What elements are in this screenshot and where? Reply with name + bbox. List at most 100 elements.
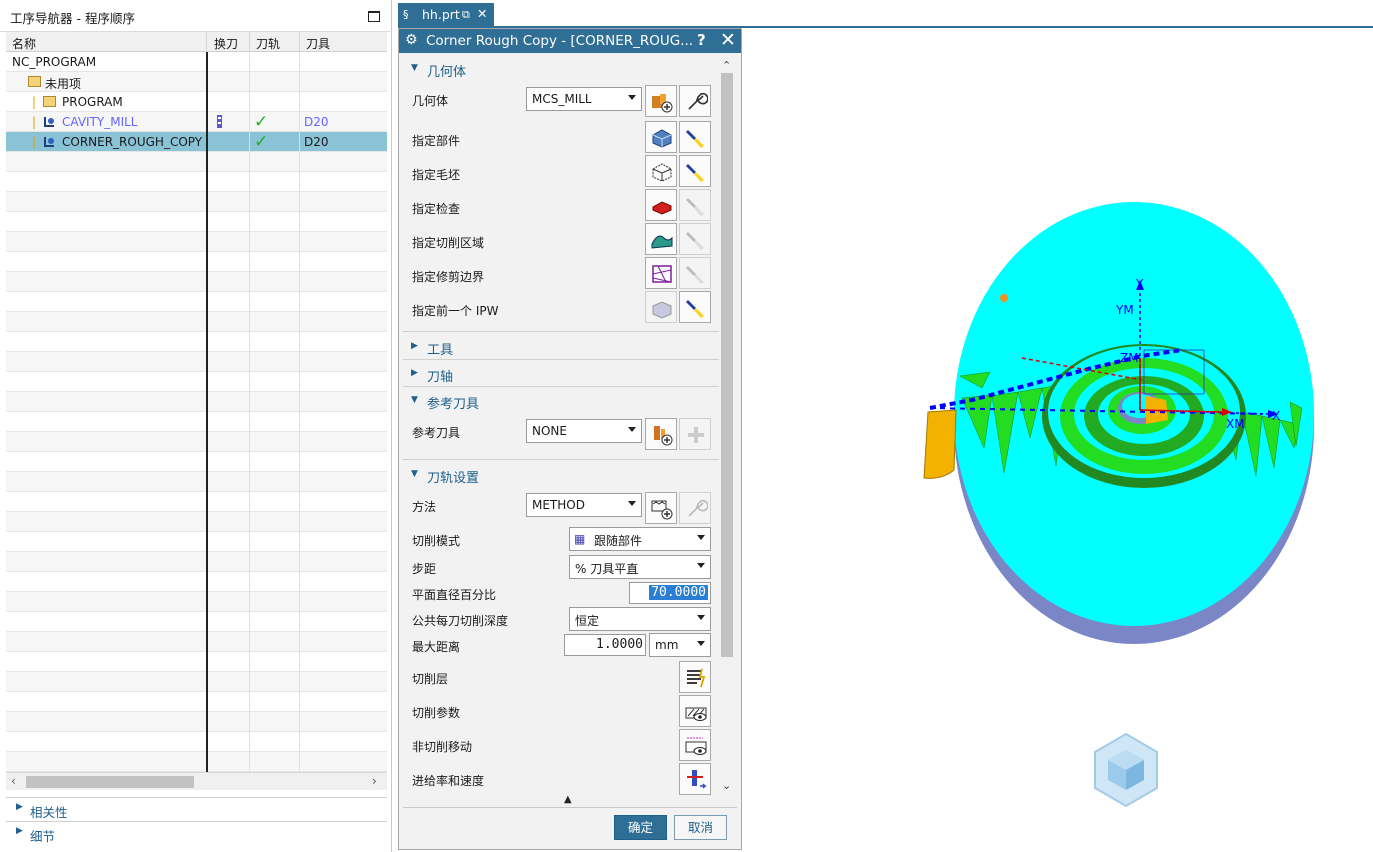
table-row-selected[interactable]: | CORNER_ROUGH_COPY ✓ D20: [6, 132, 387, 152]
stepover-select[interactable]: % 刀具平直: [569, 555, 711, 579]
max-distance-input[interactable]: 1.0000: [564, 634, 646, 656]
section-tool[interactable]: ▶ 工具: [405, 336, 719, 358]
ref-tool-select[interactable]: NONE: [526, 419, 642, 443]
chevron-down-icon: [628, 427, 636, 432]
unit-select[interactable]: mm: [649, 633, 711, 657]
specify-ipw-button[interactable]: [645, 291, 677, 323]
section-path-settings[interactable]: ▼ 刀轨设置: [405, 464, 719, 486]
ref-tool-label: 参考刀具: [412, 426, 461, 440]
dialog-scrollbar[interactable]: ⌃ ⌄: [719, 57, 736, 795]
specify-part-label: 指定部件: [412, 134, 461, 148]
non-cutting-label: 非切削移动: [412, 740, 473, 754]
empty-row: [6, 192, 387, 212]
edit-method-button[interactable]: [679, 492, 711, 524]
display-trim-button[interactable]: [679, 257, 711, 289]
column-tool[interactable]: 刀具: [306, 35, 330, 52]
specify-cut-area-button[interactable]: [645, 223, 677, 255]
display-check-button[interactable]: [679, 189, 711, 221]
section-geometry[interactable]: ▼ 几何体: [405, 58, 719, 80]
horizontal-scrollbar[interactable]: ‹ ›: [6, 772, 387, 790]
display-ipw-button[interactable]: [679, 291, 711, 323]
column-name[interactable]: 名称: [12, 35, 36, 52]
cut-params-label: 切削参数: [412, 706, 461, 720]
cut-levels-button[interactable]: [679, 661, 711, 693]
empty-row: [6, 692, 387, 712]
axis-label-zm: ZM: [1120, 351, 1139, 365]
column-tool-change[interactable]: 换刀: [214, 35, 238, 52]
navigator-title-bar: 工序导航器 - 程序顺序: [0, 0, 392, 32]
feeds-button[interactable]: [679, 763, 711, 795]
cancel-button[interactable]: 取消: [674, 815, 727, 840]
section-reference-tool[interactable]: ▼ 参考刀具: [405, 390, 719, 412]
specify-check-button[interactable]: [645, 189, 677, 221]
row-tool: D20: [304, 115, 329, 129]
empty-row: [6, 632, 387, 652]
table-row[interactable]: NC_PROGRAM: [6, 52, 387, 72]
non-cutting-button[interactable]: [679, 729, 711, 761]
scroll-up-icon[interactable]: ⌃: [722, 59, 731, 72]
row-name: PROGRAM: [62, 95, 123, 109]
table-row[interactable]: 未用项: [6, 72, 387, 92]
close-icon[interactable]: ✕: [720, 29, 736, 51]
scroll-thumb[interactable]: [721, 73, 733, 657]
scroll-right-icon[interactable]: ›: [372, 774, 377, 788]
display-part-button[interactable]: [679, 121, 711, 153]
specify-trim-button[interactable]: [645, 257, 677, 289]
graphics-viewport[interactable]: Y YM ZM X XM: [742, 28, 1373, 850]
empty-row: [6, 672, 387, 692]
table-row[interactable]: | CAVITY_MILL ✓ D20: [6, 112, 387, 132]
chevron-down-icon: [628, 95, 636, 100]
section-tool-axis[interactable]: ▶ 刀轴: [405, 363, 719, 385]
navigator-rows: NC_PROGRAM 未用项 | PROGRAM | CAVITY_MILL ✓…: [6, 52, 387, 772]
column-toolpath[interactable]: 刀轨: [256, 35, 280, 52]
empty-row: [6, 612, 387, 632]
part-icon: [652, 129, 672, 148]
cut-pattern-select[interactable]: ▦ 跟随部件: [569, 527, 711, 551]
status-bar-icon: |: [32, 135, 37, 149]
display-cut-area-button[interactable]: [679, 223, 711, 255]
help-icon[interactable]: ?: [697, 31, 706, 49]
empty-row: [6, 712, 387, 732]
section-details[interactable]: ▶ 细节: [6, 821, 387, 844]
specify-part-button[interactable]: [645, 121, 677, 153]
empty-row: [6, 432, 387, 452]
folder-icon: [43, 95, 56, 109]
dialog-title: Corner Rough Copy - [CORNER_ROUG...: [426, 33, 694, 49]
section-dependencies[interactable]: ▶ 相关性: [6, 797, 387, 820]
navigator-title: 工序导航器 - 程序顺序: [10, 11, 135, 26]
empty-row: [6, 572, 387, 592]
tab-part-file[interactable]: § hh.prt ⧉ ✕: [398, 3, 494, 27]
display-blank-button[interactable]: [679, 155, 711, 187]
scroll-thumb[interactable]: [26, 776, 194, 788]
chevron-down-icon: [697, 563, 705, 568]
empty-row: [6, 532, 387, 552]
maximize-icon[interactable]: [368, 11, 380, 22]
edit-tool-icon: [688, 427, 704, 443]
collapse-up-icon[interactable]: ▲: [564, 794, 572, 805]
cut-params-button[interactable]: [679, 695, 711, 727]
undock-icon[interactable]: ⧉: [462, 8, 470, 22]
new-method-button[interactable]: [645, 492, 677, 524]
empty-row: [6, 352, 387, 372]
flashlight-icon: [686, 130, 704, 148]
edit-geometry-button[interactable]: [679, 85, 711, 117]
depth-select[interactable]: 恒定: [569, 607, 711, 631]
tool-change-icon: [216, 114, 223, 132]
geometry-select[interactable]: MCS_MILL: [526, 87, 642, 111]
empty-row: [6, 472, 387, 492]
table-row[interactable]: | PROGRAM: [6, 92, 387, 112]
specify-blank-button[interactable]: [645, 155, 677, 187]
row-name: CAVITY_MILL: [62, 115, 138, 129]
ok-button[interactable]: 确定: [614, 815, 667, 840]
method-select[interactable]: METHOD: [526, 493, 642, 517]
scroll-left-icon[interactable]: ‹: [11, 774, 16, 788]
scroll-down-icon[interactable]: ⌄: [722, 779, 731, 792]
close-tab-icon[interactable]: ✕: [477, 6, 487, 21]
edit-ref-tool-button[interactable]: [679, 418, 711, 450]
new-method-icon: [651, 500, 673, 520]
new-geometry-button[interactable]: [645, 85, 677, 117]
new-ref-tool-button[interactable]: [645, 418, 677, 450]
empty-row: [6, 332, 387, 352]
percent-input[interactable]: 70.0000: [629, 582, 711, 604]
empty-row: [6, 152, 387, 172]
